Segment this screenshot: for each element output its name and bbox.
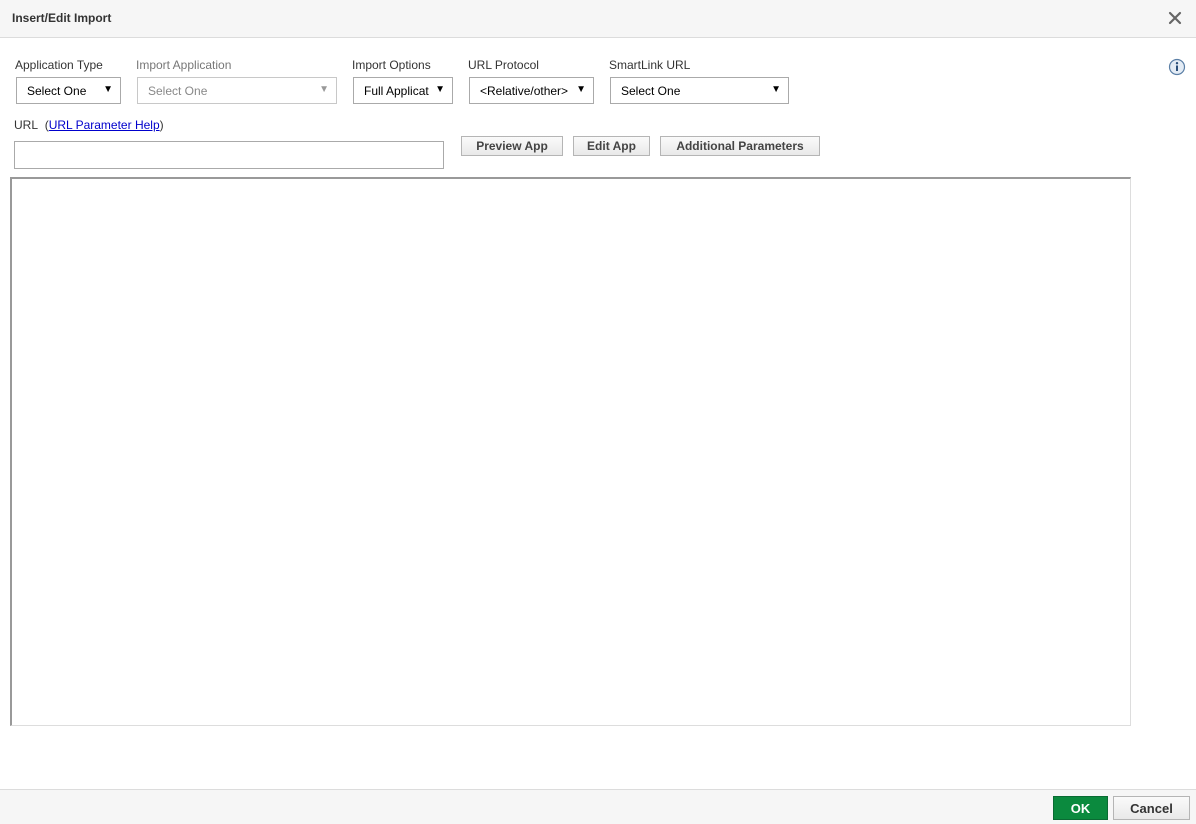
application-type-select[interactable]: Select One ▼ [16,77,121,104]
import-options-value: Full Applicat [364,84,429,98]
smartlink-url-label: SmartLink URL [609,58,691,72]
url-label-row: URL (URL Parameter Help) [14,118,164,132]
edit-app-button[interactable]: Edit App [573,136,650,156]
smartlink-url-value: Select One [621,84,681,98]
url-protocol-select[interactable]: <Relative/other> ▼ [469,77,594,104]
application-type-value: Select One [27,84,87,98]
dropdown-arrow-icon: ▼ [771,84,781,95]
dialog-titlebar: Insert/Edit Import [0,0,1196,38]
url-label: URL [14,118,39,132]
import-application-label: Import Application [136,58,232,72]
url-protocol-label: URL Protocol [468,58,539,72]
url-input[interactable] [14,141,444,169]
close-icon[interactable] [1168,11,1182,25]
insert-edit-import-dialog: Insert/Edit Import Application Type Sele… [0,0,1196,824]
import-application-value: Select One [148,84,208,98]
additional-parameters-button[interactable]: Additional Parameters [660,136,820,156]
dropdown-arrow-icon: ▼ [435,84,445,95]
preview-app-button[interactable]: Preview App [461,136,563,156]
info-icon[interactable] [1168,58,1186,76]
cancel-button[interactable]: Cancel [1113,796,1190,820]
ok-button[interactable]: OK [1053,796,1108,820]
application-type-label: Application Type [15,58,103,72]
dropdown-arrow-icon: ▼ [103,84,113,95]
dropdown-arrow-icon: ▼ [576,84,586,95]
url-parameter-help-link[interactable]: URL Parameter Help [49,118,160,132]
import-options-select[interactable]: Full Applicat ▼ [353,77,453,104]
dialog-title: Insert/Edit Import [12,11,112,25]
app-preview-frame[interactable] [10,177,1131,726]
smartlink-url-select[interactable]: Select One ▼ [610,77,789,104]
url-protocol-value: <Relative/other> [480,84,569,98]
import-application-select: Select One ▼ [137,77,337,104]
url-help-close-paren: ) [159,118,164,132]
import-options-label: Import Options [352,58,431,72]
dialog-footer: OK Cancel [0,789,1196,824]
dropdown-arrow-icon: ▼ [319,84,329,95]
